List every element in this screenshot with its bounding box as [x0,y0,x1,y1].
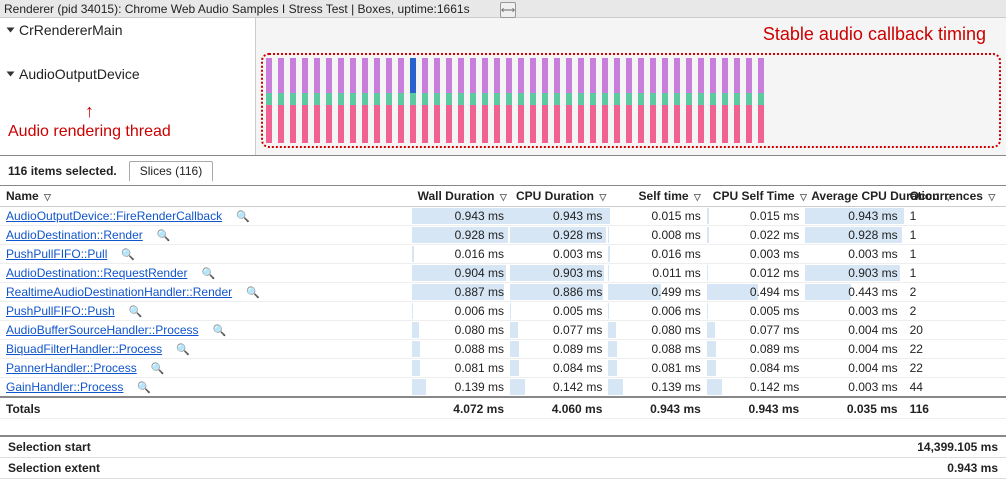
timeline-panel[interactable]: Stable audio callback timing [256,18,1006,155]
magnifier-icon[interactable]: 🔍 [137,382,151,394]
col-name[interactable]: Name ▽ [0,186,412,207]
magnifier-icon[interactable]: 🔍 [236,211,250,223]
sort-icon: ▽ [988,192,995,203]
thread-crrenderermain[interactable]: CrRendererMain [0,18,255,42]
sort-icon: ▽ [500,192,507,203]
occurrences: 1 [904,207,1006,226]
occurrences: 2 [904,302,1006,321]
expand-toggle-icon[interactable]: ⟷ [500,2,516,18]
selection-extent-label: Selection extent [0,458,503,479]
occurrences: 44 [904,378,1006,398]
occurrences: 2 [904,283,1006,302]
magnifier-icon[interactable]: 🔍 [121,249,135,261]
arrow-up-icon: ↑ [85,101,94,122]
tab-slices[interactable]: Slices (116) [129,161,213,182]
magnifier-icon[interactable]: 🔍 [201,268,215,280]
occurrences: 1 [904,226,1006,245]
occurrences: 1 [904,245,1006,264]
table-header-row: Name ▽ Wall Duration ▽ CPU Duration ▽ Se… [0,186,1006,207]
table-row[interactable]: AudioOutputDevice::FireRenderCallback🔍0.… [0,207,1006,226]
thread-label: CrRendererMain [19,22,122,38]
annotation-stable-callback: Stable audio callback timing [763,24,986,45]
sort-icon: ▽ [800,192,807,203]
magnifier-icon[interactable]: 🔍 [246,287,260,299]
slice-name-link[interactable]: PushPullFIFO::Push [6,304,115,318]
sort-icon: ▽ [44,192,51,203]
slice-name-link[interactable]: BiquadFilterHandler::Process [6,342,162,356]
renderer-title: Renderer (pid 34015): Chrome Web Audio S… [4,2,470,16]
magnifier-icon[interactable]: 🔍 [213,325,227,337]
slice-name-link[interactable]: AudioDestination::Render [6,228,143,242]
thread-label: AudioOutputDevice [19,66,140,82]
chevron-down-icon [7,72,15,77]
items-selected: 116 items selected. [8,164,117,178]
magnifier-icon[interactable]: 🔍 [129,306,143,318]
col-self[interactable]: Self time ▽ [608,186,706,207]
slice-name-link[interactable]: GainHandler::Process [6,380,123,394]
table-row[interactable]: BiquadFilterHandler::Process🔍0.088 ms0.0… [0,340,1006,359]
slice-name-link[interactable]: RealtimeAudioDestinationHandler::Render [6,285,232,299]
occurrences: 22 [904,340,1006,359]
sort-icon: ▽ [694,192,701,203]
magnifier-icon[interactable]: 🔍 [151,363,165,375]
table-row[interactable]: AudioDestination::Render🔍0.928 ms0.928 m… [0,226,1006,245]
occurrences: 1 [904,264,1006,283]
magnifier-icon[interactable]: 🔍 [157,230,171,242]
renderer-header: Renderer (pid 34015): Chrome Web Audio S… [0,0,1006,18]
selection-extent-row: Selection extent 0.943 ms [0,458,1006,479]
slice-name-link[interactable]: AudioBufferSourceHandler::Process [6,323,199,337]
thread-labels: CrRendererMain AudioOutputDevice ↑ Audio… [0,18,256,155]
selection-extent-value: 0.943 ms [503,458,1006,479]
selection-start-label: Selection start [0,436,503,458]
col-cpuself[interactable]: CPU Self Time ▽ [707,186,805,207]
slice-name-link[interactable]: AudioOutputDevice::FireRenderCallback [6,209,222,223]
col-avg[interactable]: Average CPU Duration ▽ [805,186,903,207]
annotation-rendering-thread: Audio rendering thread [8,123,171,141]
totals-row: Totals4.072 ms4.060 ms0.943 ms0.943 ms0.… [0,397,1006,419]
magnifier-icon[interactable]: 🔍 [176,344,190,356]
table-row[interactable]: RealtimeAudioDestinationHandler::Render 🔍… [0,283,1006,302]
slice-name-link[interactable]: PushPullFIFO::Pull [6,247,107,261]
table-row[interactable]: AudioBufferSourceHandler::Process🔍0.080 … [0,321,1006,340]
slice-name-link[interactable]: PannerHandler::Process [6,361,137,375]
timeline-bars [266,58,996,143]
selection-start-row: Selection start 14,399.105 ms [0,436,1006,458]
table-row[interactable]: PushPullFIFO::Pull🔍0.016 ms0.003 ms0.016… [0,245,1006,264]
table-row[interactable]: GainHandler::Process🔍0.139 ms0.142 ms0.1… [0,378,1006,398]
thread-audiooutputdevice[interactable]: AudioOutputDevice [0,62,255,86]
table-row[interactable]: AudioDestination::RequestRender🔍0.904 ms… [0,264,1006,283]
table-row[interactable]: PushPullFIFO::Push🔍0.006 ms0.005 ms0.006… [0,302,1006,321]
slice-name-link[interactable]: AudioDestination::RequestRender [6,266,187,280]
col-cpu[interactable]: CPU Duration ▽ [510,186,608,207]
selection-start-value: 14,399.105 ms [503,436,1006,458]
selection-table: Selection start 14,399.105 ms Selection … [0,435,1006,479]
selection-bar: 116 items selected. Slices (116) [0,155,1006,186]
slices-table: Name ▽ Wall Duration ▽ CPU Duration ▽ Se… [0,186,1006,419]
occurrences: 20 [904,321,1006,340]
col-wall[interactable]: Wall Duration ▽ [412,186,510,207]
chevron-down-icon [7,28,15,33]
sort-icon: ▽ [599,192,606,203]
col-occ[interactable]: Occurrences ▽ [904,186,1006,207]
occurrences: 22 [904,359,1006,378]
table-row[interactable]: PannerHandler::Process🔍0.081 ms0.084 ms0… [0,359,1006,378]
